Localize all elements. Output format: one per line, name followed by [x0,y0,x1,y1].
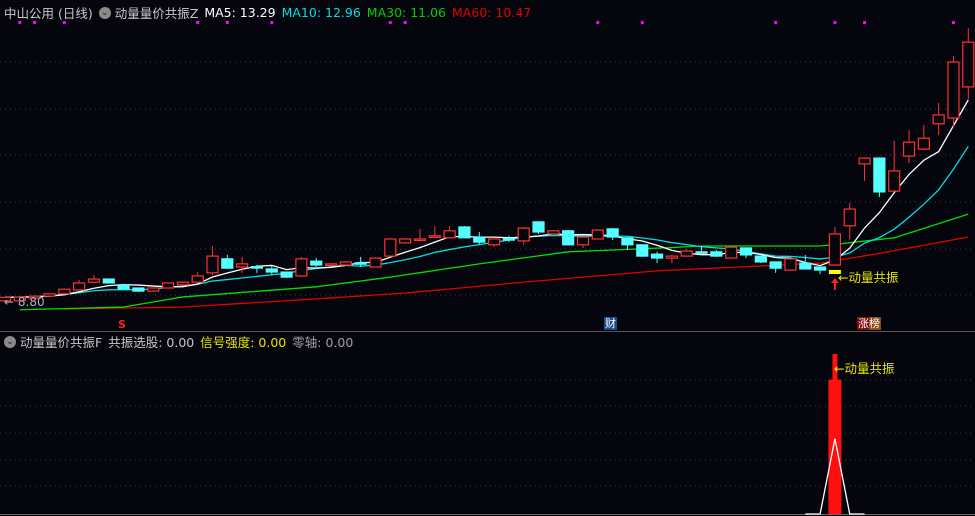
candle-down [502,237,515,241]
marker-s[interactable]: S [117,318,127,331]
marker-finance[interactable]: 财 [604,317,617,330]
candle-up [236,263,249,268]
candle-down [813,266,827,271]
candle-up [384,238,397,257]
candle-up [828,233,842,266]
candle-up [917,137,930,150]
candle-up [147,287,160,292]
candle-up [58,288,71,295]
candle-up [413,238,427,242]
candle-up [962,41,975,88]
candle-down [695,251,708,254]
ma10-line [4,145,969,298]
candle-down [532,221,545,233]
event-dot [596,21,600,24]
sub-indicator-name[interactable]: 动量量价共振F [20,332,102,351]
event-dot [833,21,837,24]
candle-up [487,238,501,246]
candle-up [858,157,871,165]
candle-down [606,228,619,238]
candle-up [591,229,604,240]
candle-down [873,157,886,193]
candle-up [399,238,412,244]
candle-down [799,262,812,270]
candle-up [517,227,530,242]
candle-up [843,208,856,227]
candle-down [754,255,767,263]
candle-up [206,255,219,274]
candle-up [932,114,945,125]
candle-up [72,282,86,291]
candle-down [710,251,723,257]
ma10-value: MA10: 12.96 [281,5,361,20]
candle-up [339,261,352,266]
sub-indicator-menu-icon[interactable]: ⌄ [4,335,16,348]
zero-axis-value: 零轴: 0.00 [292,335,354,350]
resonance-value: 共振选股: 0.00 [108,335,195,350]
ma30-value: MA30: 11.06 [366,5,447,20]
candle-up [680,250,693,257]
candle-up [295,258,308,277]
candle-up [324,263,338,266]
candle-up [725,246,738,259]
candle-up [576,236,590,246]
candle-down [354,262,367,265]
candle-up [443,230,456,239]
candle-up [784,258,797,271]
candle-up [176,281,189,286]
candle-down [250,266,264,269]
candle-up [191,275,204,283]
candle-up [547,230,560,235]
stock-title: 中山公用 (日线) [4,6,93,21]
signal-annotation-sub: ←动量共振 [834,361,895,376]
signal-annotation-main: ←动量共振 [838,270,899,285]
candle-up [428,235,441,238]
sub-chart-header: ⌄ 动量量价共振F 共振选股: 0.00 信号强度: 0.00 零轴: 0.00 [4,332,359,351]
event-dot [863,21,867,24]
candle-down [310,260,323,266]
candle-up [43,293,56,297]
indicator-name[interactable]: 动量量价共振Z [115,3,199,22]
candle-up [161,282,175,289]
low-price-label: ← 8.80 [4,295,45,309]
candle-up [902,141,916,157]
candle-down [280,271,293,278]
candle-down [739,247,753,256]
candle-up [665,255,679,259]
candle-up [87,278,101,283]
candle-down [473,236,486,243]
event-dot [774,21,778,24]
candle-down [221,258,234,269]
candle-up [369,257,382,268]
ma60-value: MA60: 10.47 [452,5,532,20]
indicator-menu-icon[interactable]: ⌄ [98,6,111,19]
event-dot [640,21,644,24]
candle-down [769,261,782,269]
candle-down [650,253,664,259]
candle-down [132,287,145,292]
candle-down [265,268,278,273]
candle-down [562,230,575,246]
main-chart-header: 中山公用 (日线) ⌄ 动量量价共振Z MA5: 13.29 MA10: 12.… [4,3,537,22]
marker-top-gainers[interactable]: 涨榜 [857,317,881,330]
ma5-value: MA5: 13.29 [204,5,276,20]
event-dot [951,21,955,24]
strength-value: 信号强度: 0.00 [200,335,287,350]
resonance-bar [828,379,842,514]
candle-down [621,237,634,246]
candle-up [947,61,960,119]
candle-down [102,278,115,284]
candle-down [636,244,649,257]
chart-canvas[interactable] [0,0,975,516]
candle-up [888,170,901,192]
candle-down [117,284,130,290]
candle-down [458,226,471,239]
